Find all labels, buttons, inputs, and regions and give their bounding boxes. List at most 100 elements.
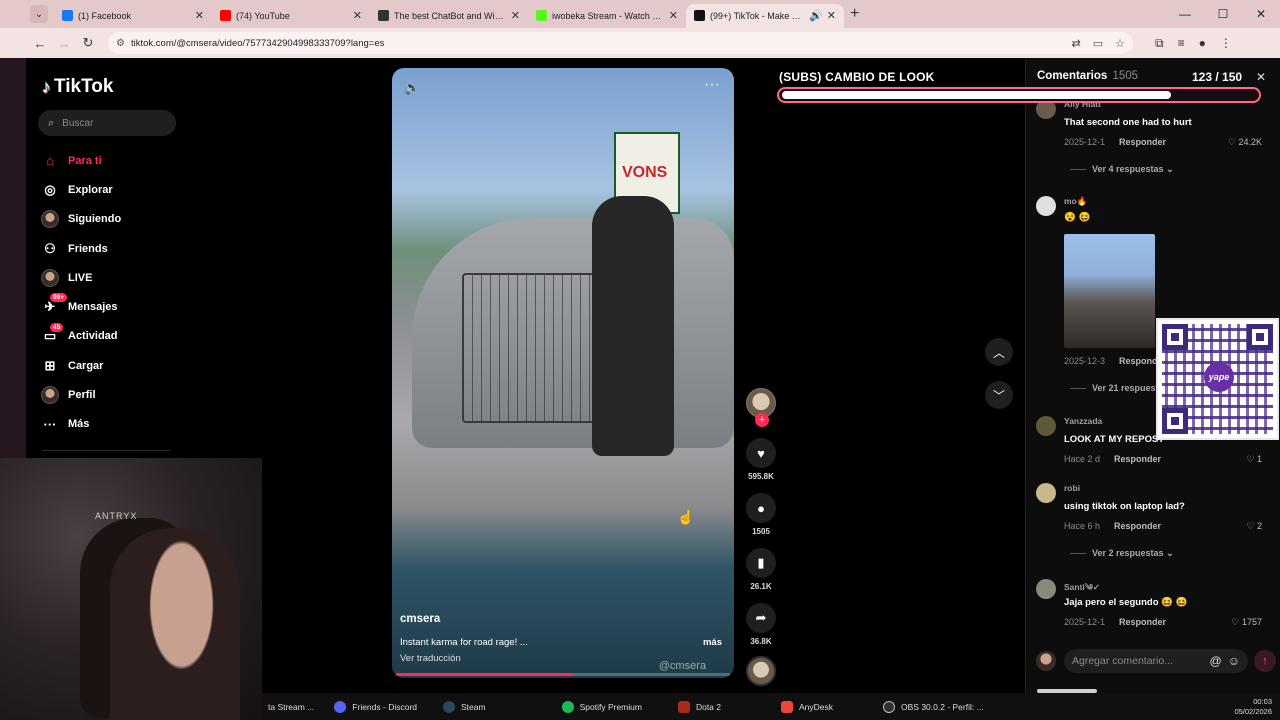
avatar[interactable] (1036, 196, 1056, 216)
taskbar-item-kick[interactable]: ta Stream ... (262, 693, 320, 720)
emoji-icon[interactable]: ☺ (1228, 654, 1240, 668)
send-comment-button[interactable]: ↑ (1254, 650, 1276, 672)
address-bar[interactable]: ⚙ tiktok.com/@cmsera/video/7577342904998… (108, 32, 1133, 54)
comment-input[interactable]: Agregar comentario... @ ☺ (1064, 649, 1248, 673)
tab-facebook[interactable]: (1) Facebook ✕ (54, 4, 212, 28)
next-video-button[interactable]: ﹀ (985, 381, 1013, 409)
tab-search-button[interactable]: ⌄ (30, 5, 48, 23)
close-icon[interactable]: ✕ (195, 9, 204, 22)
live-icon (40, 268, 60, 288)
tab-tiktok[interactable]: (99+) TikTok - Make Your Da 🔊 ✕ (686, 3, 844, 28)
follow-plus-icon[interactable]: + (755, 413, 769, 427)
new-tab-button[interactable]: + (850, 5, 859, 23)
forward-button[interactable]: → (52, 36, 76, 51)
comment-username[interactable]: mo🔥 (1064, 196, 1087, 207)
previous-video-button[interactable]: ︿ (985, 338, 1013, 366)
speaker-icon[interactable]: 🔊 (809, 9, 823, 22)
more-options-icon[interactable]: ··· (704, 76, 720, 94)
comment-like-button[interactable]: ♡ 2 (1246, 521, 1262, 532)
comment-icon: ● (746, 493, 776, 523)
tab-kick[interactable]: iwobeka Stream - Watch Live o ✕ (528, 4, 686, 28)
extensions-icon[interactable]: ⧉ (1155, 36, 1164, 51)
view-replies-button[interactable]: Ver 4 respuestas ⌄ (1070, 164, 1174, 175)
sidebar-item-mas[interactable]: ··· Más (40, 410, 121, 439)
kick-icon (536, 10, 547, 21)
reload-button[interactable]: ↻ (76, 35, 100, 51)
sidebar-item-para-ti[interactable]: ⌂ Para ti (40, 146, 121, 175)
avatar[interactable] (1036, 579, 1056, 599)
video-player[interactable]: VONS 🔈 ··· cmsera Instant karma for road… (392, 68, 734, 678)
reply-button[interactable]: Responder (1114, 454, 1161, 464)
taskbar-item-spotify[interactable]: Spotify Premium (556, 693, 648, 720)
comment-username[interactable]: robi (1064, 483, 1080, 493)
close-icon[interactable]: ✕ (511, 9, 520, 22)
browser-menu-icon[interactable]: ⋮ (1220, 36, 1232, 51)
comment-meta: 2025-12-1 Responder (1064, 617, 1166, 627)
comment-image[interactable] (1064, 234, 1155, 348)
profile-icon[interactable]: ● (1199, 36, 1206, 51)
qr-finder (1247, 324, 1273, 350)
mention-icon[interactable]: @ (1210, 654, 1222, 668)
close-icon[interactable]: ✕ (669, 9, 678, 22)
video-author[interactable]: cmsera (400, 613, 440, 625)
comment-like-button[interactable]: ♡ 24.2K (1228, 137, 1262, 148)
sidebar-item-friends[interactable]: ⚇ Friends (40, 234, 121, 263)
sidebar-item-actividad[interactable]: ▭ 45 Actividad (40, 322, 121, 351)
following-avatar-icon (40, 209, 60, 229)
search-input[interactable]: ⌕ Buscar (38, 110, 176, 136)
site-info-icon[interactable]: ⚙ (116, 38, 125, 49)
taskbar-item-discord[interactable]: Friends - Discord (328, 693, 423, 720)
comment-username[interactable]: Yanzzada (1064, 416, 1102, 426)
taskbar-item-anydesk[interactable]: AnyDesk (775, 693, 839, 720)
bookmark-star-icon[interactable]: ☆ (1115, 37, 1125, 50)
sidebar-item-explorar[interactable]: ◎ Explorar (40, 175, 121, 204)
close-icon[interactable]: ✕ (353, 9, 362, 22)
translate-link[interactable]: Ver traducción (400, 653, 461, 664)
caption-more-link[interactable]: más (703, 637, 722, 648)
tiktok-logo[interactable]: ♪ TikTok (42, 76, 113, 98)
taskbar-item-dota[interactable]: Dota 2 (672, 693, 727, 720)
sidebar-item-siguiendo[interactable]: Siguiendo (40, 205, 121, 234)
sidebar-item-cargar[interactable]: ⊞ Cargar (40, 351, 121, 380)
hand-cursor-icon: ☝ (677, 509, 695, 525)
close-icon[interactable]: ✕ (827, 9, 836, 22)
view-replies-button[interactable]: Ver 2 respuestas ⌄ (1070, 548, 1174, 559)
dota-icon (677, 700, 690, 713)
save-button[interactable]: ▮ 26.1K (744, 548, 778, 591)
close-icon[interactable]: ✕ (1256, 70, 1266, 84)
back-button[interactable]: ← (28, 36, 52, 51)
avatar[interactable] (1036, 483, 1056, 503)
activity-badge: 45 (50, 322, 64, 332)
sidebar-item-perfil[interactable]: Perfil (40, 380, 121, 409)
minimize-button[interactable]: — (1166, 0, 1204, 28)
comment-like-button[interactable]: ♡ 1757 (1231, 617, 1262, 628)
translate-icon[interactable]: ⇄ (1072, 37, 1081, 50)
comment-button[interactable]: ● 1505 (744, 493, 778, 536)
subs-goal-fill (782, 91, 1171, 99)
media-controls-icon[interactable]: ≡ (1178, 36, 1185, 51)
avatar[interactable] (1036, 416, 1056, 436)
tab-youtube[interactable]: (74) YouTube ✕ (212, 4, 370, 28)
reply-button[interactable]: Responder (1119, 617, 1166, 627)
like-button[interactable]: ♥ 595.8K (744, 438, 778, 481)
system-clock[interactable]: 00:03 05/02/2026 (1234, 697, 1272, 717)
taskbar-item-obs[interactable]: OBS 30.0.2 - Perfil: ... (877, 693, 990, 720)
close-window-button[interactable]: ✕ (1242, 0, 1280, 28)
comment-meta: 2025-12-1 Responder (1064, 137, 1166, 147)
volume-icon[interactable]: 🔈 (404, 80, 420, 96)
sidebar-item-live[interactable]: LIVE (40, 263, 121, 292)
store-sign-text: VONS (622, 164, 668, 181)
video-progress-bar[interactable] (396, 673, 730, 676)
reply-button[interactable]: Responder (1119, 137, 1166, 147)
comment-like-button[interactable]: ♡ 1 (1246, 454, 1262, 465)
tiktok-icon (694, 10, 705, 21)
taskbar-item-steam[interactable]: Steam (437, 693, 492, 720)
creator-avatar[interactable]: + (746, 388, 776, 427)
reply-button[interactable]: Responder (1114, 521, 1161, 531)
tab-chatbot[interactable]: The best ChatBot and Widgets ✕ (370, 4, 528, 28)
sidebar-item-mensajes[interactable]: ✈ 99+ Mensajes (40, 292, 121, 321)
cast-icon[interactable]: ▭ (1093, 37, 1103, 50)
maximize-button[interactable]: ☐ (1204, 0, 1242, 28)
music-disc[interactable] (746, 656, 776, 686)
share-button[interactable]: ➦ 36.8K (744, 603, 778, 646)
